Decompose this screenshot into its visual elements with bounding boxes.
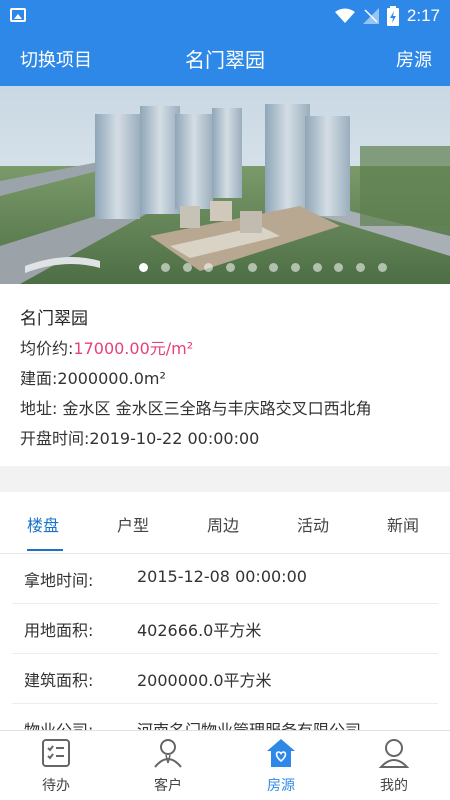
building-area: 建面:2000000.0m² [20,369,166,388]
carousel-dot[interactable] [377,263,387,272]
average-price-value: 17000.00元/m² [73,339,194,358]
carousel-dot[interactable] [334,263,344,272]
section-divider [0,466,450,492]
carousel-dot[interactable] [139,263,149,272]
nav-label: 我的 [380,778,408,794]
average-price-label: 均价约: [20,339,74,358]
carousel-dot[interactable] [291,263,301,272]
carousel-dot[interactable] [204,263,214,272]
detail-value: 2000000.0平方米 [137,671,272,690]
opening-time: 开盘时间:2019-10-22 00:00:00 [20,429,260,448]
carousel-dot[interactable] [356,263,366,272]
carousel-dot[interactable] [247,263,257,272]
carousel-dot[interactable] [312,263,322,272]
tab-news[interactable]: 新闻 [387,512,419,536]
active-tab-indicator [27,549,63,551]
detail-value: 河南名门物业管理服务有限公司 [137,717,361,730]
battery-icon [386,6,399,26]
tab-surroundings[interactable]: 周边 [207,512,239,536]
property-details-list: 拿地时间: 2015-12-08 00:00:00 用地面积: 402666.0… [0,554,450,730]
nav-item-listings[interactable]: 房源 [225,731,337,800]
detail-row-building-area: 建筑面积: 2000000.0平方米 [12,654,438,704]
wifi-icon [334,8,355,23]
detail-key: 用地面积: [24,621,94,640]
profile-icon [378,739,410,768]
status-icons: 2:17 [334,0,440,32]
tab-floor-plan[interactable]: 户型 [117,512,149,536]
average-price: 均价约:17000.00元/m² [20,334,430,364]
detail-key: 建筑面积: [24,671,94,690]
detail-row-property-company: 物业公司: 河南名门物业管理服务有限公司 [12,704,438,730]
tab-property[interactable]: 楼盘 [27,512,59,536]
detail-row-land-acquisition: 拿地时间: 2015-12-08 00:00:00 [12,554,438,604]
project-rendering-image [0,86,450,284]
bottom-navigation: 待办 客户 房源 我的 [0,730,450,800]
signal-icon [362,8,379,24]
project-info: 名门翠园 均价约:17000.00元/m² 建面:2000000.0m² 地址:… [0,284,450,466]
nav-item-profile[interactable]: 我的 [338,731,450,800]
nav-item-customer[interactable]: 客户 [112,731,224,800]
detail-row-land-area: 用地面积: 402666.0平方米 [12,604,438,654]
house-icon [267,739,295,767]
image-notification-icon [10,8,26,22]
project-banner-carousel[interactable] [0,86,450,284]
detail-value: 402666.0平方米 [137,621,262,640]
tab-activities[interactable]: 活动 [297,512,329,536]
nav-label: 房源 [267,778,295,794]
nav-label: 待办 [42,778,70,794]
nav-label: 客户 [154,778,182,794]
nav-item-todo[interactable]: 待办 [0,731,112,800]
detail-value: 2015-12-08 00:00:00 [137,567,307,586]
carousel-dot[interactable] [160,263,170,272]
status-time: 2:17 [406,6,440,25]
detail-key: 物业公司: [24,717,93,730]
project-address: 地址: 金水区 金水区三全路与丰庆路交叉口西北角 [20,399,372,418]
title-bar: 切换项目 名门翠园 房源 [0,32,450,86]
detail-tabs: 楼盘 户型 周边 活动 新闻 [0,492,450,554]
customer-icon [154,739,182,768]
status-bar: 2:17 [0,0,450,32]
carousel-indicator [0,263,450,272]
listings-button[interactable]: 房源 [396,46,432,72]
detail-key: 拿地时间: [24,571,94,590]
carousel-dot[interactable] [269,263,279,272]
switch-project-button[interactable]: 切换项目 [20,46,92,72]
project-name: 名门翠园 [20,309,88,329]
carousel-dot[interactable] [182,263,192,272]
todo-icon [42,739,70,767]
carousel-dot[interactable] [225,263,235,272]
